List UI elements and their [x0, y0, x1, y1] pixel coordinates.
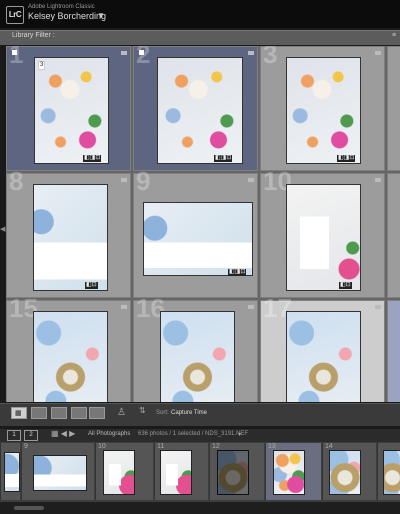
filmstrip-number: 10: [98, 443, 106, 450]
grid-cell[interactable]: 3 ◧◨⊡: [260, 46, 385, 171]
filmstrip-thumbnail[interactable]: [218, 451, 248, 494]
chevron-down-icon[interactable]: ▾: [238, 431, 241, 438]
corner-badge-icon: [375, 178, 381, 182]
filmstrip-number: 13: [268, 443, 276, 450]
app-logo: LrC: [6, 6, 24, 24]
grid-cell[interactable]: 8 ◧⊡: [6, 168, 131, 298]
grid-cell[interactable]: [387, 46, 400, 171]
photo-thumbnail[interactable]: [158, 58, 242, 163]
corner-badge-icon: [248, 305, 254, 309]
page-1-button[interactable]: 1: [7, 430, 21, 441]
library-filter-bar: [0, 30, 400, 45]
corner-badge-icon: [121, 178, 127, 182]
filmstrip-thumbnail[interactable]: [5, 453, 19, 491]
left-panel-toggle-icon[interactable]: ◀: [0, 225, 5, 233]
metadata-badge-icons: ◧⊡: [85, 282, 98, 289]
corner-badge-icon: [121, 305, 127, 309]
metadata-badge-icons: ◧◨⊡: [228, 269, 247, 276]
app-name: Adobe Lightroom Classic: [28, 4, 95, 10]
compare-view-icon[interactable]: [51, 407, 67, 419]
corner-badge-icon: [375, 305, 381, 309]
chevron-down-icon[interactable]: ▼: [97, 11, 105, 20]
user-name[interactable]: Kelsey Borcherding: [28, 11, 106, 21]
photo-thumbnail[interactable]: [161, 312, 234, 402]
filmstrip-thumbnail[interactable]: [384, 451, 400, 494]
flag-icon[interactable]: [139, 50, 144, 55]
filmstrip-cell[interactable]: [377, 443, 400, 500]
loupe-view-icon[interactable]: [31, 407, 47, 419]
photo-thumbnail[interactable]: [34, 185, 107, 290]
filmstrip-cell[interactable]: 9: [21, 443, 94, 500]
metadata-badge-icons: ◧◨⊡: [83, 155, 102, 162]
filmstrip-thumbnail[interactable]: [330, 451, 360, 494]
sort-dropdown[interactable]: Capture Time: [171, 410, 207, 416]
grid-cell[interactable]: 17: [260, 295, 385, 402]
filmstrip-cell[interactable]: 10: [95, 443, 153, 500]
page-2-button[interactable]: 2: [24, 430, 38, 441]
filmstrip-cell-selected[interactable]: 13: [265, 443, 321, 500]
photo-thumbnail[interactable]: [287, 185, 360, 290]
cell-number: 8: [9, 166, 24, 196]
stack-count-badge[interactable]: 3: [38, 61, 46, 70]
grid-cell[interactable]: 9 ◧◨⊡: [133, 168, 258, 298]
metadata-badge-icons: ◧⊡: [339, 282, 352, 289]
nav-arrows-icon[interactable]: ▦ ◀ ▶: [51, 429, 75, 438]
filmstrip-number: 14: [325, 443, 333, 450]
grid-cell[interactable]: 16: [133, 295, 258, 402]
cell-number: 3: [263, 46, 278, 69]
sort-label: Sort:: [156, 410, 169, 416]
grid-cell[interactable]: 1 3 ◧◨⊡: [6, 46, 131, 171]
metadata-badge-icons: ◧◨⊡: [337, 155, 356, 162]
filmstrip-cell[interactable]: 12: [209, 443, 264, 500]
survey-view-icon[interactable]: [71, 407, 87, 419]
sort-direction-icon[interactable]: ⇅: [139, 406, 146, 415]
corner-badge-icon: [248, 178, 254, 182]
people-view-icon[interactable]: [89, 407, 105, 419]
photo-thumbnail[interactable]: [287, 58, 360, 163]
metadata-badge-icons: ◧◨⊡: [214, 155, 233, 162]
photo-thumbnail[interactable]: 3: [35, 58, 108, 163]
corner-badge-icon: [375, 51, 381, 55]
corner-badge-icon: [121, 51, 127, 55]
photo-grid: 1 3 ◧◨⊡ 2 ◧◨⊡ 3 ◧◨⊡ 8 ◧⊡ 9 ◧◨⊡ 10 ◧⊡ 15 …: [6, 46, 400, 402]
grid-cell[interactable]: [387, 300, 400, 402]
filmstrip-number: 11: [157, 443, 165, 450]
photo-thumbnail[interactable]: [144, 203, 252, 275]
photo-thumbnail[interactable]: [287, 312, 360, 402]
filmstrip-number: 12: [212, 443, 220, 450]
spray-can-icon[interactable]: ♙: [117, 407, 126, 418]
grid-cell[interactable]: [387, 173, 400, 298]
filmstrip-scrollbar[interactable]: [0, 502, 400, 514]
corner-badge-icon: [248, 51, 254, 55]
filmstrip-thumbnail[interactable]: [161, 451, 191, 494]
filmstrip-cell[interactable]: [0, 443, 20, 500]
filmstrip-thumbnail[interactable]: [104, 451, 134, 494]
filter-menu-icon[interactable]: ≡: [392, 32, 396, 39]
filmstrip-thumbnail[interactable]: [34, 456, 86, 490]
photo-thumbnail[interactable]: [34, 312, 107, 402]
filmstrip-cell[interactable]: 11: [154, 443, 208, 500]
grid-cell[interactable]: 10 ◧⊡: [260, 168, 385, 298]
scrollbar-thumb[interactable]: [14, 506, 44, 510]
filmstrip-thumbnail[interactable]: [274, 451, 304, 494]
source-info: 636 photos / 1 selected / NDS_3191.NEF: [138, 431, 249, 437]
flag-icon[interactable]: [12, 50, 17, 55]
grid-cell[interactable]: 15: [6, 295, 131, 402]
source-label[interactable]: All Photographs: [88, 431, 130, 437]
filmstrip-cell[interactable]: 14: [322, 443, 376, 500]
grid-view-icon[interactable]: ▦: [11, 407, 27, 419]
library-filter-label[interactable]: Library Filter :: [12, 32, 55, 39]
grid-cell[interactable]: 2 ◧◨⊡: [133, 46, 258, 171]
cell-number: 9: [136, 166, 151, 196]
filmstrip-number: 9: [24, 443, 28, 450]
